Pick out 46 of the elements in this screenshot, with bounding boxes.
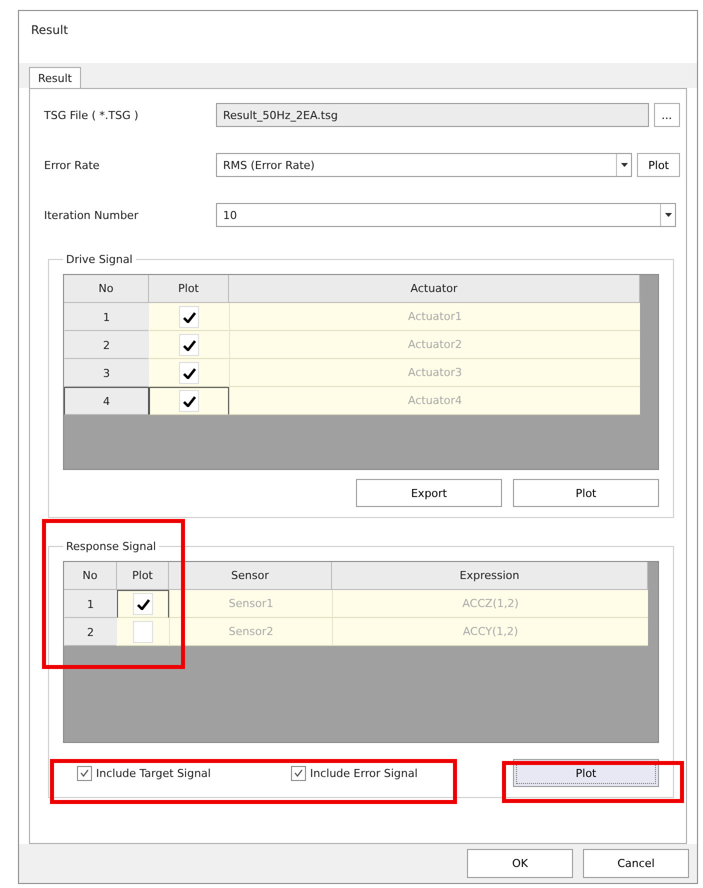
checkbox-option[interactable]: Include Target Signal [77,766,277,780]
caret-icon [664,213,672,217]
table-cell: Sensor2 [169,618,332,646]
column-header[interactable]: Plot [149,275,229,303]
checkbox-cell[interactable] [117,590,169,618]
browse-button[interactable]: ... [654,103,680,127]
checkbox[interactable] [133,621,153,643]
column-header[interactable]: Sensor [169,562,332,590]
row-header[interactable]: 1 [64,303,149,331]
file-field[interactable]: Result_50Hz_2EA.tsg [216,103,648,127]
table-cell: ACCZ(1,2) [332,590,648,618]
table-cell: Actuator3 [229,359,640,387]
row-header[interactable]: 2 [64,618,117,646]
dropdown-field[interactable]: 10 [216,203,676,227]
field-label: Error Rate [44,158,101,172]
tab[interactable]: Result [29,67,81,89]
checkmark-icon [136,598,150,610]
table-cell: Actuator1 [229,303,640,331]
checkbox[interactable] [133,593,153,615]
dialog-button[interactable]: Cancel [583,849,689,878]
column-header[interactable]: Plot [117,562,169,590]
checkbox-option[interactable]: Include Error Signal [291,766,491,780]
column-header[interactable]: Expression [332,562,648,590]
table-cell: Actuator4 [229,387,640,415]
field-label: Iteration Number [44,208,140,222]
checkbox-cell[interactable] [149,387,229,415]
caret-icon [620,163,628,167]
row-header[interactable]: 1 [64,590,117,618]
row-header[interactable]: 3 [64,359,149,387]
row-header[interactable]: 2 [64,331,149,359]
group-title: Response Signal [65,540,158,553]
column-header[interactable]: Actuator [229,275,640,303]
dropdown-field[interactable]: RMS (Error Rate) [216,153,632,177]
action-button[interactable]: Plot [513,479,659,507]
table-cell: Actuator2 [229,331,640,359]
window-title: Result [30,22,70,39]
column-header[interactable]: No [64,275,149,303]
table-cell: Sensor1 [169,590,332,618]
column-header[interactable]: No [64,562,117,590]
dialog-button[interactable]: OK [467,849,573,878]
plot-button[interactable]: Plot [637,153,680,177]
row-header[interactable]: 4 [64,387,149,415]
field-label: TSG File ( *.TSG ) [44,108,140,122]
group-title: Drive Signal [65,253,134,266]
action-button[interactable]: Export [356,479,502,507]
table-cell: ACCY(1,2) [332,618,648,646]
